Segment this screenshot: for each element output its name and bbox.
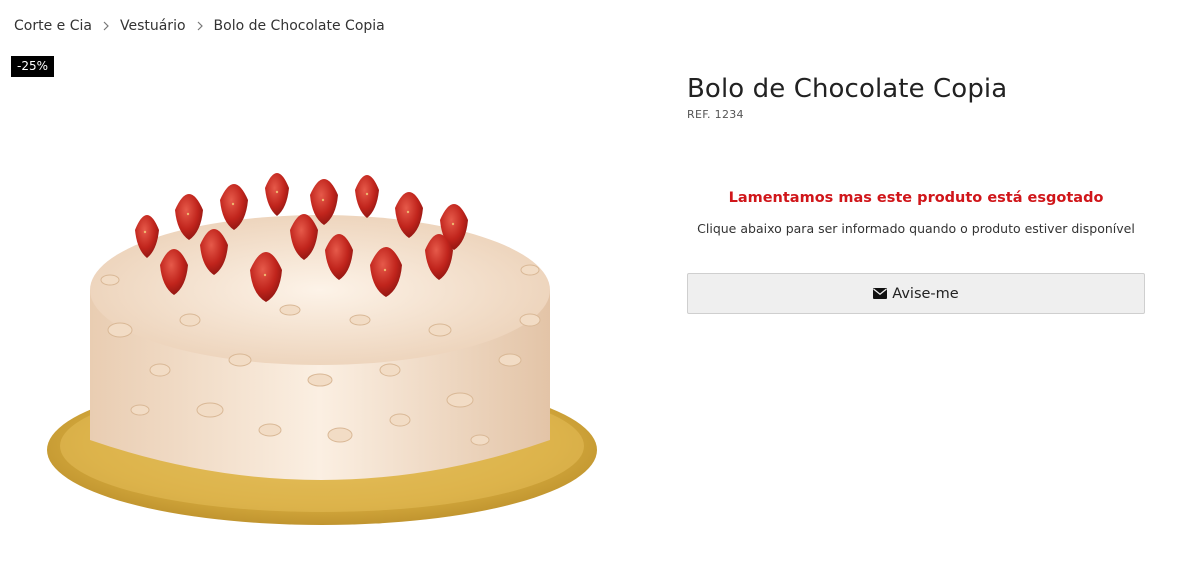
notify-me-button[interactable]: Avise-me [687,273,1145,314]
product-image[interactable] [40,170,610,540]
discount-badge: -25% [11,56,55,77]
product-title: Bolo de Chocolate Copia [687,74,1008,104]
notify-hint-text: Clique abaixo para ser informado quando … [697,221,1135,236]
cake-image [47,173,597,525]
chevron-right-icon [195,20,205,32]
out-of-stock-message: Lamentamos mas este produto está esgotad… [728,190,1104,206]
chevron-right-icon [101,20,111,32]
product-info: Bolo de Chocolate Copia REF. 1234 Lament… [687,72,1145,314]
breadcrumb-item-current: Bolo de Chocolate Copia [213,18,385,34]
breadcrumb-item-home[interactable]: Corte e Cia [14,18,92,34]
breadcrumb-item-category[interactable]: Vestuário [120,18,186,34]
envelope-icon [873,288,888,299]
product-page: Corte e Cia Vestuário Bolo de Chocolate … [0,0,1191,576]
breadcrumb: Corte e Cia Vestuário Bolo de Chocolate … [14,18,385,34]
product-ref: REF. 1234 [687,108,744,121]
notify-me-label: Avise-me [892,285,959,302]
